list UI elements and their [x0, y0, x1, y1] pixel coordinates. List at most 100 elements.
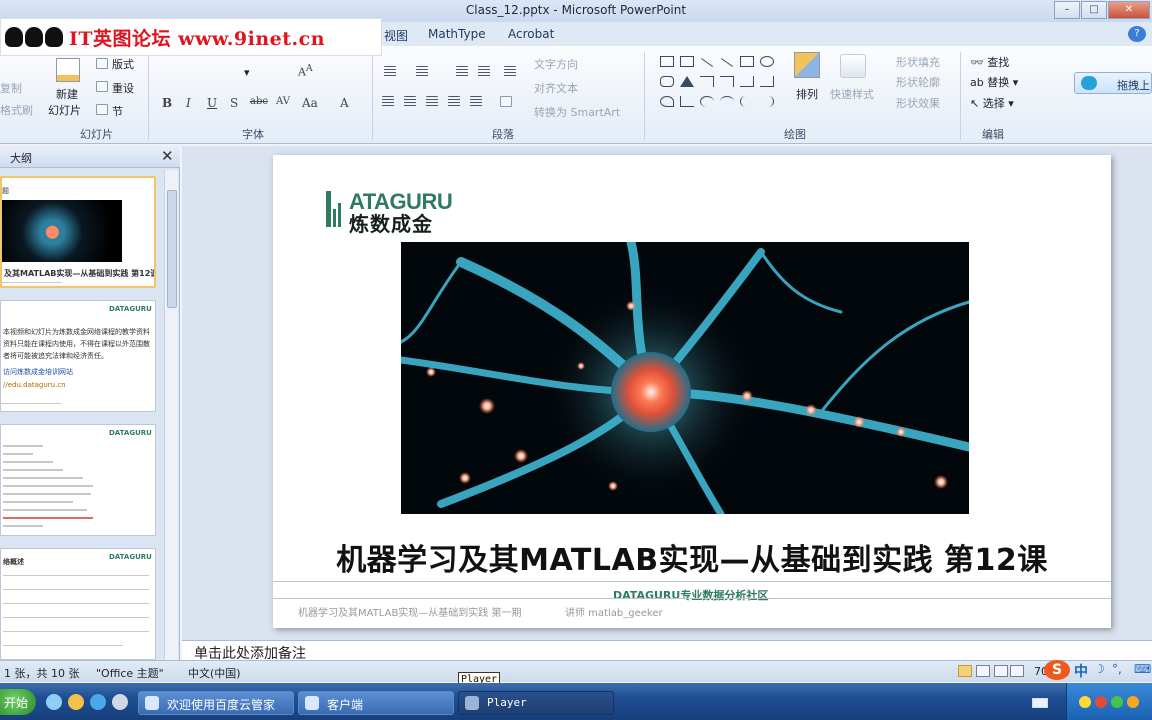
format-painter-button[interactable]: 格式刷 [0, 102, 33, 118]
panel-scrollbar[interactable] [164, 170, 178, 660]
slide-canvas[interactable]: ATAGURU 炼数成金 机器学习及其MATLAB实现—从基础到实践 第12课 … [273, 155, 1111, 628]
slideshow-icon[interactable] [1010, 665, 1024, 677]
freeform-shape-icon[interactable] [680, 96, 694, 107]
new-slide-icon[interactable] [56, 58, 80, 82]
bold-button[interactable]: B [162, 96, 172, 110]
quick-styles-button[interactable]: 快速样式 [830, 86, 874, 102]
ie-icon[interactable] [46, 694, 62, 710]
reading-view-icon[interactable] [994, 665, 1008, 677]
minimize-button[interactable]: – [1054, 1, 1080, 19]
change-case-button[interactable]: Aa [302, 96, 318, 110]
align-text-button[interactable]: 对齐文本 [534, 80, 578, 96]
quick-launch-icon[interactable] [112, 694, 128, 710]
italic-button[interactable]: I [186, 96, 191, 110]
increase-indent-icon[interactable] [478, 66, 490, 77]
taskbar-item[interactable]: Player [458, 691, 614, 715]
ime-mode[interactable]: 中 [1074, 661, 1088, 681]
slide-thumbnail-2[interactable]: DATAGURU 本视频和幻灯片为炼数成金网络课程的教学资料 资料只能在课程内使… [0, 300, 156, 412]
arrange-icon[interactable] [794, 52, 820, 78]
keyboard-icon[interactable]: ⌨ [1134, 662, 1151, 676]
slide-sorter-icon[interactable] [976, 665, 990, 677]
layout-button[interactable]: 版式 [112, 56, 134, 72]
tray-app-icon[interactable] [1111, 696, 1123, 708]
punctuation-icon[interactable]: °, [1112, 662, 1122, 676]
shadow-button[interactable]: S [230, 96, 238, 110]
slide-title[interactable]: 机器学习及其MATLAB实现—从基础到实践 第12课 [273, 535, 1111, 579]
align-left-icon[interactable] [382, 96, 394, 107]
underline-button[interactable]: U [207, 96, 217, 110]
elbow-connector-icon[interactable] [700, 76, 714, 87]
normal-view-icon[interactable] [958, 665, 972, 677]
slide-thumbnail-4[interactable]: DATAGURU 络概述 [0, 548, 156, 660]
start-button[interactable]: 开始 [0, 689, 36, 715]
rectangle-shape-icon[interactable] [740, 56, 754, 67]
shape-outline-button[interactable]: 形状轮廓 [896, 74, 940, 90]
columns-icon[interactable] [500, 96, 512, 107]
arrange-button[interactable]: 排列 [796, 86, 818, 102]
line-shape-icon[interactable] [700, 58, 714, 67]
replace-button[interactable]: ab 替换 ▾ [970, 74, 1018, 90]
tab-view[interactable]: 视图 [384, 27, 408, 44]
justify-icon[interactable] [448, 96, 460, 107]
arrow-shape-icon[interactable] [720, 58, 734, 67]
char-spacing-button[interactable]: AV [276, 96, 290, 107]
copy-button[interactable]: 复制 [0, 80, 22, 96]
select-button[interactable]: ↖ 选择 ▾ [970, 95, 1014, 111]
notes-pane[interactable]: 单击此处添加备注 [182, 640, 1152, 662]
triangle-shape-icon[interactable] [680, 76, 694, 87]
font-color-button[interactable]: A [340, 96, 349, 110]
right-brace-shape-icon[interactable] [760, 96, 774, 107]
tab-mathtype[interactable]: MathType [428, 27, 486, 41]
reset-button[interactable]: 重设 [112, 80, 134, 96]
numbering-icon[interactable] [416, 66, 428, 77]
section-button[interactable]: 节 [112, 103, 123, 119]
shape-effects-button[interactable]: 形状效果 [896, 95, 940, 111]
align-center-icon[interactable] [404, 96, 416, 107]
grow-font-icon[interactable]: AA [298, 63, 313, 79]
down-arrow-shape-icon[interactable] [760, 76, 774, 87]
scrollbar-thumb[interactable] [167, 190, 177, 308]
slide-thumbnail-3[interactable]: DATAGURU [0, 424, 156, 536]
oval-shape-icon[interactable] [760, 56, 774, 67]
convert-smartart-button[interactable]: 转换为 SmartArt [534, 104, 620, 120]
tray-app-icon[interactable] [1127, 696, 1139, 708]
tray-app-icon[interactable] [1095, 696, 1107, 708]
taskbar-item[interactable]: 客户端 [298, 691, 454, 715]
hexagon-shape-icon[interactable] [660, 96, 674, 107]
tab-outline[interactable]: 大纲 [10, 150, 32, 166]
quick-launch-icon[interactable] [68, 694, 84, 710]
elbow-arrow-icon[interactable] [720, 76, 734, 87]
arc-shape-icon[interactable] [700, 96, 714, 107]
quick-launch-icon[interactable] [90, 694, 106, 710]
decrease-indent-icon[interactable] [456, 66, 468, 77]
shape-fill-button[interactable]: 形状填充 [896, 54, 940, 70]
slide-thumbnail-1[interactable]: 题 及其MATLAB实现—从基础到实践 第12课 [0, 176, 156, 288]
help-icon[interactable]: ? [1128, 26, 1146, 42]
rounded-rect-shape-icon[interactable] [660, 76, 674, 87]
left-brace-shape-icon[interactable] [740, 96, 754, 107]
sogou-ime-icon[interactable]: S [1044, 660, 1070, 680]
keyboard-tray-icon[interactable] [1032, 698, 1048, 708]
close-panel-icon[interactable]: ✕ [161, 147, 174, 165]
vertical-textbox-shape-icon[interactable] [680, 56, 694, 67]
align-right-icon[interactable] [426, 96, 438, 107]
close-button[interactable]: ✕ [1108, 1, 1150, 19]
line-spacing-icon[interactable] [504, 66, 516, 77]
tab-acrobat[interactable]: Acrobat [508, 27, 554, 41]
new-slide-button-label[interactable]: 幻灯片 [48, 102, 81, 118]
bullets-icon[interactable] [384, 66, 396, 77]
new-slide-button[interactable]: 新建 [56, 86, 78, 102]
moon-icon[interactable]: ☽ [1094, 662, 1105, 676]
strikethrough-button[interactable]: abc [250, 96, 268, 107]
distributed-icon[interactable] [470, 96, 482, 107]
quick-styles-icon[interactable] [840, 54, 866, 78]
qq-icon[interactable] [1079, 696, 1091, 708]
right-arrow-shape-icon[interactable] [740, 76, 754, 87]
taskbar-item[interactable]: 欢迎使用百度云管家 [138, 691, 294, 715]
text-direction-button[interactable]: 文字方向 [534, 56, 578, 72]
maximize-button[interactable]: □ [1081, 1, 1107, 19]
upload-button[interactable]: 拖拽上 [1074, 72, 1152, 94]
textbox-shape-icon[interactable] [660, 56, 674, 67]
curve-shape-icon[interactable] [720, 96, 734, 107]
find-button[interactable]: 👓 查找 [970, 54, 1009, 70]
